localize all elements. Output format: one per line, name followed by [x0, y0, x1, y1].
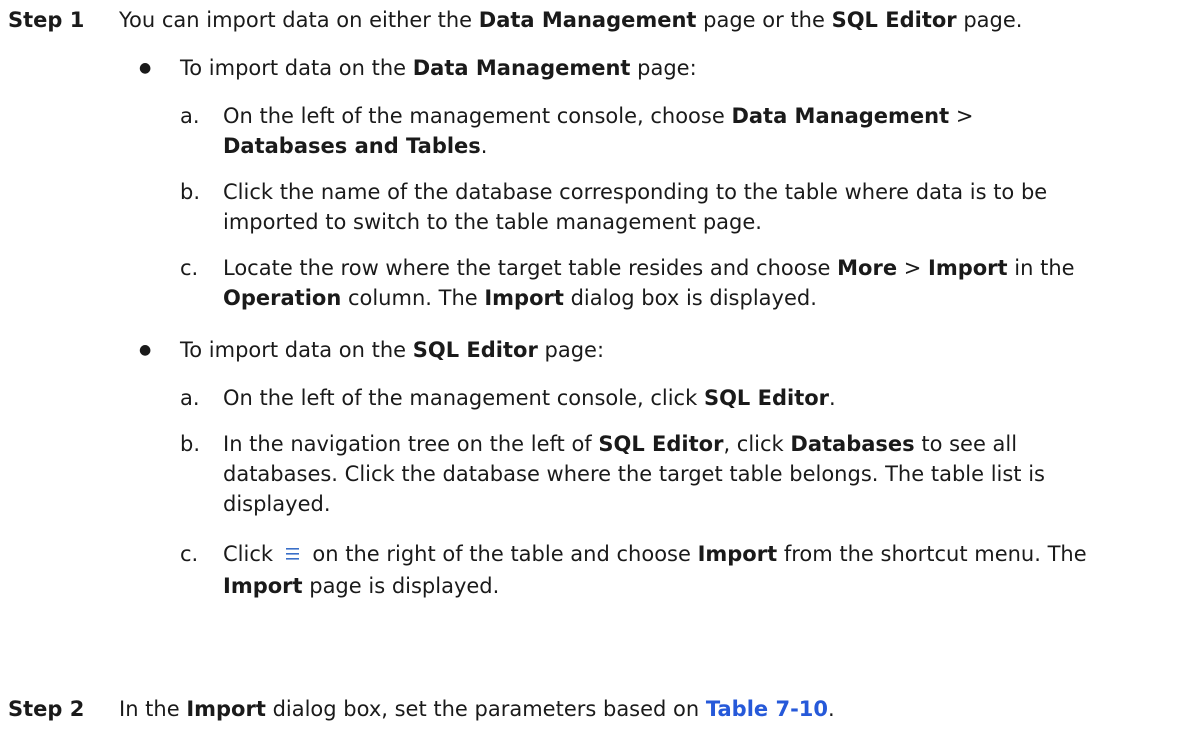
text: in the	[1007, 256, 1075, 280]
text: In the	[119, 697, 187, 721]
text: On the left of the management console, c…	[223, 386, 704, 410]
item-letter: b.	[180, 432, 201, 456]
step-2-label: Step 2	[8, 697, 85, 721]
step-1-intro: You can import data on either the Data M…	[119, 5, 1119, 35]
text: dialog box, set the parameters based on	[265, 697, 706, 721]
item-letter: b.	[180, 180, 201, 204]
bold-text: SQL Editor	[703, 386, 830, 410]
text: dialog box is displayed.	[563, 286, 817, 310]
text: , click	[723, 432, 791, 456]
list-item: a. On the left of the management console…	[119, 101, 1173, 161]
text: from the shortcut menu. The	[777, 542, 1087, 566]
table-7-10-link[interactable]: Table 7-10	[706, 697, 828, 721]
item-text: Click the name of the database correspon…	[223, 177, 1093, 237]
item-text: On the left of the management console, c…	[223, 383, 1173, 413]
item-letter: c.	[180, 542, 199, 566]
text: On the left of the management console, c…	[223, 104, 732, 128]
text: page.	[956, 8, 1023, 32]
list-item: c. Click on the right of the table and c…	[119, 539, 1173, 601]
text: >	[949, 104, 974, 128]
bold-text: Databases	[790, 432, 915, 456]
bullet-icon: ●	[139, 342, 152, 358]
list-item: b. Click the name of the database corres…	[119, 177, 1173, 237]
bullet-sql-editor: ● To import data on the SQL Editor page:	[119, 335, 1173, 365]
bold-text: Import	[223, 574, 303, 598]
bold-text: SQL Editor	[412, 338, 538, 362]
item-text: On the left of the management console, c…	[223, 101, 1083, 161]
text: To import data on the	[180, 338, 413, 362]
list-item: b. In the navigation tree on the left of…	[119, 429, 1173, 519]
text: In the navigation tree on the left of	[223, 432, 599, 456]
text: Locate the row where the target table re…	[223, 256, 838, 280]
step-2-text: In the Import dialog box, set the parame…	[119, 694, 1173, 724]
item-text: In the navigation tree on the left of SQ…	[223, 429, 1093, 519]
item-text: Click on the right of the table and choo…	[223, 539, 1103, 601]
step-1-label: Step 1	[8, 8, 85, 32]
bold-text: Databases and Tables	[223, 134, 481, 158]
text: Click the name of the database correspon…	[223, 180, 1048, 234]
bold-text: Data Management	[412, 56, 631, 80]
item-letter: a.	[180, 386, 200, 410]
step-2-body: In the Import dialog box, set the parame…	[119, 694, 1173, 724]
item-letter: c.	[180, 256, 199, 280]
bold-text: Import	[186, 697, 266, 721]
list-item: a. On the left of the management console…	[119, 383, 1173, 413]
list-item: c. Locate the row where the target table…	[119, 253, 1173, 313]
text: .	[829, 386, 836, 410]
bold-text: Import	[928, 256, 1008, 280]
bold-text: Import	[484, 286, 564, 310]
text: You can import data on either the	[119, 8, 479, 32]
text: .	[480, 134, 488, 158]
bullet-data-management: ● To import data on the Data Management …	[119, 53, 1173, 83]
text: page:	[630, 56, 697, 80]
step-2: Step 2 In the Import dialog box, set the…	[8, 694, 1173, 724]
item-text: Locate the row where the target table re…	[223, 253, 1181, 313]
bullet-icon: ●	[139, 60, 152, 76]
step-1: Step 1 You can import data on either the…	[8, 5, 1173, 601]
step-1-body: You can import data on either the Data M…	[119, 5, 1173, 601]
text: page or the	[696, 8, 832, 32]
bold-text: Import	[697, 542, 778, 566]
bold-text: Data Management	[478, 8, 697, 32]
text: page:	[537, 338, 605, 362]
text: page is displayed.	[302, 574, 500, 598]
menu-icon[interactable]	[284, 541, 302, 571]
text: .	[828, 697, 835, 721]
item-letter: a.	[180, 104, 200, 128]
text: >	[897, 256, 929, 280]
bold-text: SQL Editor	[831, 8, 957, 32]
bold-text: Data Management	[731, 104, 950, 128]
text: column. The	[341, 286, 485, 310]
bullet-text: To import data on the Data Management pa…	[180, 53, 1173, 83]
text: Click	[223, 542, 280, 566]
text: To import data on the	[180, 56, 413, 80]
bold-text: SQL Editor	[598, 432, 724, 456]
bold-text: More	[837, 256, 898, 280]
text: on the right of the table and choose	[305, 542, 698, 566]
bullet-text: To import data on the SQL Editor page:	[180, 335, 1173, 365]
bold-text: Operation	[223, 286, 342, 310]
